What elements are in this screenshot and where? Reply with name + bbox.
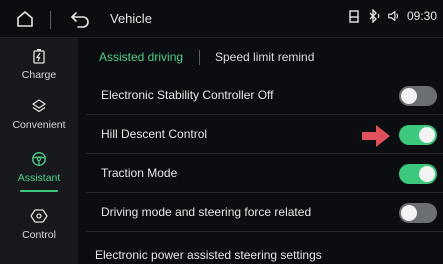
setting-label: Electronic Stability Controller Off: [101, 88, 274, 102]
home-icon: [17, 11, 33, 27]
tab-speed-limit-remind[interactable]: Speed limit remind: [215, 50, 314, 64]
sidebar-item-control[interactable]: Control: [0, 198, 78, 250]
home-button[interactable]: [12, 6, 38, 32]
sidebar-item-assistant[interactable]: Assistant: [0, 141, 78, 193]
tab-bar: Assisted driving Speed limit remind: [78, 38, 443, 76]
setting-label: Traction Mode: [101, 166, 178, 180]
tab-divider: [199, 50, 200, 65]
toggle-knob: [401, 88, 417, 104]
arrow-indicator-icon: [362, 125, 390, 147]
status-area: 09:30: [347, 9, 437, 23]
traction-mode-toggle[interactable]: [399, 164, 437, 184]
page-title: Vehicle: [110, 11, 152, 26]
toggle-knob: [401, 205, 417, 221]
vehicle-settings-screen: Vehicle 09:30 Charge Convenient Assistan…: [0, 0, 443, 264]
setting-label: Hill Descent Control: [101, 127, 208, 141]
topbar-divider: [50, 11, 51, 29]
back-icon: [71, 12, 89, 28]
control-icon: [30, 208, 48, 223]
sidebar-item-label: Charge: [21, 68, 57, 81]
sidebar-item-label: Assistant: [17, 171, 61, 184]
bluetooth-icon: [367, 9, 381, 23]
back-button[interactable]: [62, 6, 98, 32]
steering-wheel-icon: [32, 151, 46, 166]
sidebar-item-charge[interactable]: Charge: [0, 38, 78, 90]
sidebar-item-convenient[interactable]: Convenient: [0, 88, 78, 140]
layers-icon: [32, 98, 46, 112]
toggle-knob: [419, 166, 435, 182]
toggle-knob: [419, 127, 435, 143]
sidebar-item-label: Control: [22, 228, 56, 241]
top-bar: Vehicle 09:30: [0, 0, 443, 38]
battery-charge-icon: [33, 48, 45, 64]
clock: 09:30: [406, 9, 437, 23]
steering-settings-link[interactable]: Electronic power assisted steering setti…: [95, 248, 322, 262]
device-icon: [347, 9, 361, 23]
sidebar: Charge Convenient Assistant Control: [0, 38, 78, 264]
setting-row-traction-mode: Traction Mode: [86, 154, 443, 193]
active-indicator: [20, 190, 58, 192]
setting-row-driving-mode: Driving mode and steering force related: [86, 193, 443, 232]
volume-icon: [387, 9, 401, 23]
setting-row-hill-descent: Hill Descent Control: [86, 115, 443, 154]
tab-assisted-driving[interactable]: Assisted driving: [99, 50, 183, 64]
driving-mode-toggle[interactable]: [399, 203, 437, 223]
setting-label: Driving mode and steering force related: [101, 205, 312, 219]
esc-off-toggle[interactable]: [399, 86, 437, 106]
hill-descent-toggle[interactable]: [399, 125, 437, 145]
setting-row-esc-off: Electronic Stability Controller Off: [86, 76, 443, 115]
sidebar-item-label: Convenient: [12, 118, 66, 131]
main-panel: Assisted driving Speed limit remind Elec…: [78, 38, 443, 264]
